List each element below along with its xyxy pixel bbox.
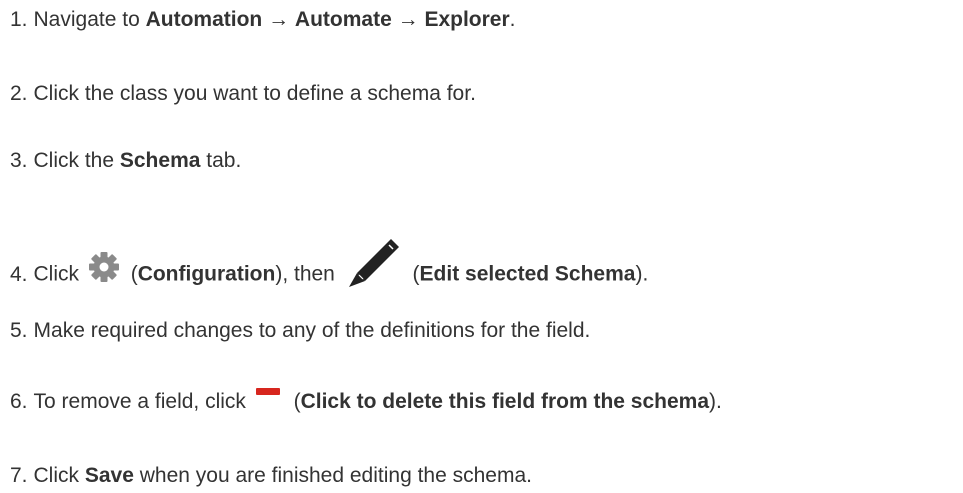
save-label: Save <box>84 464 134 487</box>
step-3: 3. Click the Schema tab. <box>10 149 242 172</box>
step-2: 2. Click the class you want to define a s… <box>10 82 476 105</box>
menu-explorer: Explorer <box>424 8 510 31</box>
step-7: 7. Click Save when you are finished editi… <box>10 464 532 487</box>
step-number: 6. <box>10 390 28 413</box>
step-1: 1. Navigate to Automation → Automate → Ex… <box>10 8 516 31</box>
delete-field-label: Click to delete this field from the sche… <box>300 390 710 413</box>
step-number: 2. <box>10 82 28 105</box>
step-5: 5. Make required changes to any of the de… <box>10 319 591 342</box>
edit-selected-schema-label: Edit selected Schema <box>419 262 636 286</box>
step-4: 4. Click (Configuration), then (Edit sel… <box>10 239 648 301</box>
step-number: 7. <box>10 464 28 487</box>
step-number: 3. <box>10 149 28 172</box>
step-6: 6. To remove a field, click (Click to del… <box>10 387 722 415</box>
pencil-icon <box>345 237 401 289</box>
minus-icon <box>255 387 280 397</box>
step-number: 4. <box>10 262 28 286</box>
schema-tab-label: Schema <box>119 149 201 172</box>
step-number: 1. <box>10 8 28 31</box>
gear-icon <box>87 250 121 284</box>
menu-automate: Automate <box>294 8 392 31</box>
menu-automation: Automation <box>145 8 263 31</box>
procedure-steps: 1. Navigate to Automation → Automate → Ex… <box>0 0 963 493</box>
step-number: 5. <box>10 319 28 342</box>
configuration-label: Configuration <box>137 262 276 286</box>
